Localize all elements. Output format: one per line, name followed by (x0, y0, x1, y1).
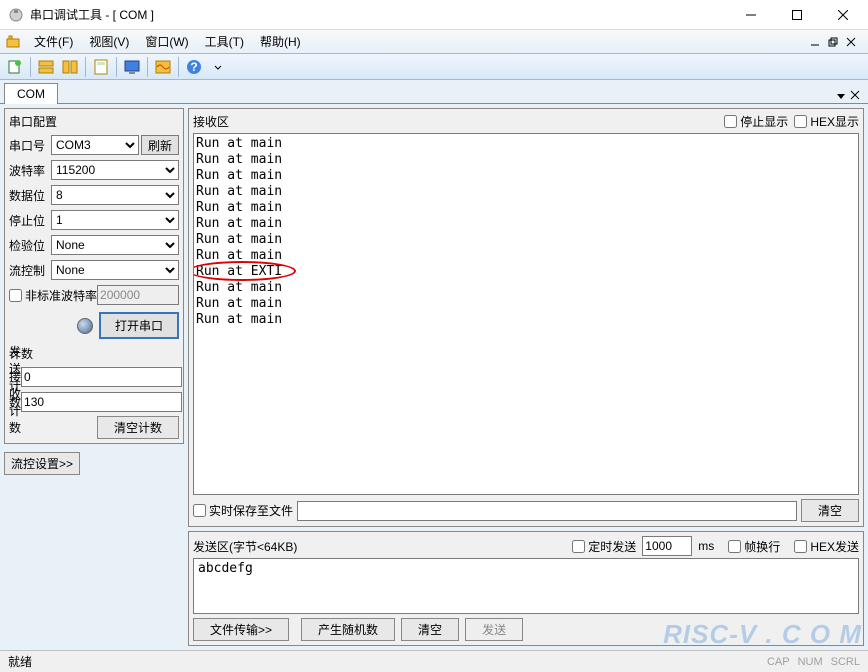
wrap-label: 帧换行 (744, 538, 780, 555)
hexsend-checkbox[interactable] (794, 540, 807, 553)
mdi-restore-button[interactable] (824, 34, 842, 50)
nonstd-input (97, 285, 179, 305)
clearcount-button[interactable]: 清空计数 (97, 416, 179, 439)
menu-file[interactable]: 文件(F) (26, 33, 81, 50)
timed-input[interactable] (642, 536, 692, 556)
tabstrip: COM (0, 80, 868, 104)
tab-com[interactable]: COM (4, 83, 58, 104)
hexdisplay-label: HEX显示 (810, 113, 859, 130)
menubar: 文件(F) 视图(V) 窗口(W) 工具(T) 帮助(H) (0, 30, 868, 54)
minimize-button[interactable] (728, 0, 774, 30)
stopdisplay-label: 停止显示 (740, 113, 788, 130)
recv-title: 接收区 (193, 113, 229, 130)
pin-icon[interactable] (836, 89, 846, 103)
serial-config-group: 串口配置 串口号 COM3 刷新 波特率 115200 数据位 8 停止位 1 … (4, 108, 184, 444)
menu-help[interactable]: 帮助(H) (252, 33, 309, 50)
toolbar: ? (0, 54, 868, 80)
left-panel: 串口配置 串口号 COM3 刷新 波特率 115200 数据位 8 停止位 1 … (4, 108, 184, 646)
new-icon[interactable] (4, 56, 26, 78)
filetx-button[interactable]: 文件传输>> (193, 618, 289, 641)
send-button[interactable]: 发送 (465, 618, 523, 641)
savefile-label: 实时保存至文件 (209, 502, 293, 519)
refresh-button[interactable]: 刷新 (141, 135, 179, 155)
recv-clear-button[interactable]: 清空 (801, 499, 859, 522)
stopbits-label: 停止位 (9, 212, 51, 229)
random-button[interactable]: 产生随机数 (301, 618, 395, 641)
timed-checkbox[interactable] (572, 540, 585, 553)
port-led-icon (77, 318, 93, 334)
status-num: NUM (798, 656, 823, 668)
send-group: 发送区(字节<64KB) 定时发送 ms 帧换行 HEX发送 abcdefg 文… (188, 531, 864, 646)
stopbits-select[interactable]: 1 (51, 210, 179, 230)
app-menu-icon (4, 33, 22, 51)
menu-view[interactable]: 视图(V) (81, 33, 137, 50)
recvcount-label: 接收计数 (9, 368, 21, 436)
right-panel: 接收区 停止显示 HEX显示 Run at main Run at main R… (188, 108, 864, 646)
workarea: 串口配置 串口号 COM3 刷新 波特率 115200 数据位 8 停止位 1 … (0, 104, 868, 650)
databits-select[interactable]: 8 (51, 185, 179, 205)
parity-select[interactable]: None (51, 235, 179, 255)
close-button[interactable] (820, 0, 866, 30)
port-label: 串口号 (9, 137, 51, 154)
menu-window[interactable]: 窗口(W) (137, 33, 196, 50)
tile-v-icon[interactable] (59, 56, 81, 78)
mdi-minimize-button[interactable] (806, 34, 824, 50)
hexsend-label: HEX发送 (810, 538, 859, 555)
count-title: 计数 (9, 345, 179, 362)
wave-icon[interactable] (152, 56, 174, 78)
stopdisplay-checkbox[interactable] (724, 115, 737, 128)
tab-close-icon[interactable] (850, 89, 860, 103)
serial-config-title: 串口配置 (9, 113, 179, 130)
nonstd-checkbox[interactable] (9, 289, 22, 302)
recv-group: 接收区 停止显示 HEX显示 Run at main Run at main R… (188, 108, 864, 527)
status-cap: CAP (767, 656, 790, 668)
send-title: 发送区(字节<64KB) (193, 538, 297, 555)
statusbar: 就绪 CAP NUM SCRL (0, 650, 868, 672)
port-select[interactable]: COM3 (51, 135, 139, 155)
savefile-checkbox[interactable] (193, 504, 206, 517)
baud-label: 波特率 (9, 162, 51, 179)
timed-unit: ms (698, 539, 714, 553)
flowctl-button[interactable]: 流控设置>> (4, 452, 80, 475)
menu-tools[interactable]: 工具(T) (197, 33, 252, 50)
status-ready: 就绪 (8, 653, 32, 670)
sendcount-field[interactable] (21, 367, 182, 387)
flow-select[interactable]: None (51, 260, 179, 280)
dropdown-icon[interactable] (207, 56, 229, 78)
baud-select[interactable]: 115200 (51, 160, 179, 180)
recv-terminal[interactable]: Run at main Run at main Run at main Run … (193, 133, 859, 495)
tile-h-icon[interactable] (35, 56, 57, 78)
timed-label: 定时发送 (588, 538, 636, 555)
savefile-path[interactable] (297, 501, 797, 521)
status-scrl: SCRL (831, 656, 860, 668)
databits-label: 数据位 (9, 187, 51, 204)
parity-label: 检验位 (9, 237, 51, 254)
svg-text:?: ? (190, 60, 197, 74)
wrap-checkbox[interactable] (728, 540, 741, 553)
recvcount-field[interactable] (21, 392, 182, 412)
send-clear-button[interactable]: 清空 (401, 618, 459, 641)
help-icon[interactable]: ? (183, 56, 205, 78)
calc-icon[interactable] (90, 56, 112, 78)
maximize-button[interactable] (774, 0, 820, 30)
window-title: 串口调试工具 - [ COM ] (30, 6, 728, 23)
titlebar: 串口调试工具 - [ COM ] (0, 0, 868, 30)
hexdisplay-checkbox[interactable] (794, 115, 807, 128)
send-textarea[interactable]: abcdefg (193, 558, 859, 614)
monitor-icon[interactable] (121, 56, 143, 78)
app-icon (8, 7, 24, 23)
flow-label: 流控制 (9, 262, 51, 279)
open-port-button[interactable]: 打开串口 (99, 312, 179, 339)
nonstd-label: 非标准波特率 (25, 287, 97, 304)
mdi-close-button[interactable] (842, 34, 860, 50)
